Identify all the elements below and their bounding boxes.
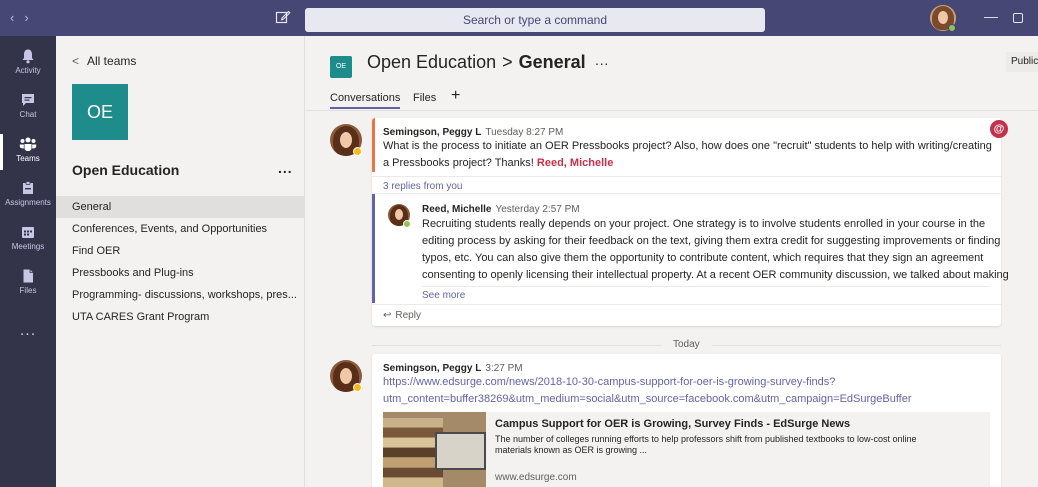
teams-panel: < All teams OE Open Education ... General… [56, 36, 305, 487]
user-mention[interactable]: Reed, Michelle [537, 157, 613, 169]
preview-description: The number of colleges running efforts t… [495, 434, 917, 444]
reply-accent [372, 194, 375, 303]
minimize-button[interactable]: — [984, 8, 998, 24]
mention-at-icon: @ [990, 120, 1008, 138]
message-body-line: a Pressbooks project? Thanks! Reed, Mich… [383, 155, 613, 172]
team-avatar: OE [72, 84, 128, 140]
divider-line [372, 345, 662, 346]
day-label: Today [673, 339, 700, 350]
add-tab-button[interactable]: + [451, 87, 460, 105]
sender-name[interactable]: Semingson, Peggy L [383, 363, 481, 374]
public-badge: Public [1006, 52, 1038, 72]
reply-label: Reply [395, 310, 421, 321]
appbar-label: Assignments [5, 198, 51, 207]
presence-available-icon [948, 24, 956, 32]
channel-find-oer[interactable]: Find OER [56, 240, 304, 262]
bell-icon [22, 49, 34, 64]
chevron-left-icon: < [72, 54, 80, 68]
channel-general[interactable]: General [56, 196, 304, 218]
appbar-chat[interactable]: Chat [0, 86, 56, 130]
app-bar: Activity Chat Teams Assignments Meetings… [0, 36, 56, 487]
timestamp: 3:27 PM [485, 363, 523, 374]
divider [372, 193, 1001, 194]
teams-icon [19, 137, 37, 151]
day-divider: Today [372, 339, 1001, 351]
more-apps-button[interactable]: ... [0, 322, 56, 340]
title-bar: ‹› Search or type a command — [0, 0, 1038, 36]
reply-body-line: editing process by asking for their feed… [422, 235, 1001, 247]
divider [372, 304, 1001, 305]
channel-uta-cares[interactable]: UTA CARES Grant Program [56, 306, 304, 328]
message-body-line: What is the process to initiate an OER P… [383, 140, 992, 152]
reply-body-line: typos, etc. You can also give them the o… [422, 252, 984, 264]
divider-line [712, 345, 1001, 346]
channel-programming[interactable]: Programming- discussions, workshops, pre… [56, 284, 304, 306]
back-arrow-icon[interactable]: ‹ [10, 10, 24, 25]
channel-title: Open Education > General ··· [367, 52, 609, 73]
timestamp: Tuesday 8:27 PM [485, 127, 564, 138]
appbar-label: Files [19, 286, 37, 295]
appbar-label: Meetings [11, 242, 45, 251]
preview-thumbnail [383, 412, 486, 487]
appbar-teams[interactable]: Teams [0, 130, 56, 174]
forward-arrow-icon[interactable]: › [24, 10, 38, 25]
reply-body-line: consenting to openly licensing their int… [422, 269, 1009, 281]
all-teams-label: All teams [87, 54, 137, 68]
channel-conferences[interactable]: Conferences, Events, and Opportunities [56, 218, 304, 240]
presence-available-icon [403, 220, 411, 228]
header-divider [306, 110, 1038, 111]
tab-files[interactable]: Files [413, 92, 436, 104]
message-link[interactable]: utm_content=buffer38269&utm_medium=socia… [383, 391, 912, 408]
reply-arrow-icon: ↩ [383, 310, 392, 321]
file-icon [23, 269, 33, 283]
channel-team-avatar: OE [330, 56, 352, 78]
team-name: Open Education [72, 162, 180, 178]
appbar-assignments[interactable]: Assignments [0, 174, 56, 218]
reply-body-line: Recruiting students really depends on yo… [422, 218, 986, 230]
channel-title-channel: General [518, 52, 586, 72]
appbar-label: Teams [16, 154, 40, 163]
reply-timestamp: Yesterday 2:57 PM [495, 204, 580, 215]
channel-main: OE Open Education > General ··· Public Con… [306, 36, 1038, 487]
see-more-link[interactable]: See more [422, 290, 465, 301]
tab-conversations[interactable]: Conversations [330, 92, 401, 109]
assignments-icon [23, 181, 33, 194]
appbar-meetings[interactable]: Meetings [0, 218, 56, 262]
appbar-files[interactable]: Files [0, 262, 56, 306]
divider [422, 286, 990, 287]
message-link[interactable]: https://www.edsurge.com/news/2018-10-30-… [383, 374, 835, 391]
reply-button[interactable]: ↩ Reply [383, 310, 421, 321]
message-text: a Pressbooks project? Thanks! [383, 157, 537, 169]
all-teams-link[interactable]: < All teams [72, 54, 136, 68]
channel-pressbooks[interactable]: Pressbooks and Plug-ins [56, 262, 304, 284]
preview-domain: www.edsurge.com [495, 472, 577, 483]
divider [372, 176, 1001, 177]
channel-more-options-button[interactable]: ··· [595, 55, 609, 71]
calendar-icon [22, 227, 34, 238]
appbar-activity[interactable]: Activity [0, 42, 56, 86]
channel-title-team: Open Education [367, 52, 497, 72]
important-accent [372, 118, 375, 172]
link-preview-card[interactable]: Campus Support for OER is Growing, Surve… [383, 412, 990, 487]
chat-icon [22, 94, 34, 106]
maximize-button[interactable] [1013, 13, 1023, 23]
presence-away-icon [353, 383, 362, 392]
preview-description: materials known as OER is growing ... [495, 445, 648, 455]
reply-sender-name[interactable]: Reed, Michelle [422, 204, 491, 215]
preview-title[interactable]: Campus Support for OER is Growing, Surve… [495, 418, 850, 430]
appbar-label: Activity [15, 66, 41, 75]
presence-away-icon [353, 147, 362, 156]
appbar-label: Chat [19, 110, 37, 119]
sender-name[interactable]: Semingson, Peggy L [383, 127, 481, 138]
breadcrumb-separator: > [502, 52, 513, 72]
replies-expander[interactable]: 3 replies from you [383, 181, 462, 192]
team-more-options-button[interactable]: ... [278, 160, 293, 176]
search-input[interactable]: Search or type a command [305, 8, 765, 32]
history-nav: ‹› [10, 10, 39, 25]
new-chat-compose-icon[interactable] [275, 9, 291, 25]
